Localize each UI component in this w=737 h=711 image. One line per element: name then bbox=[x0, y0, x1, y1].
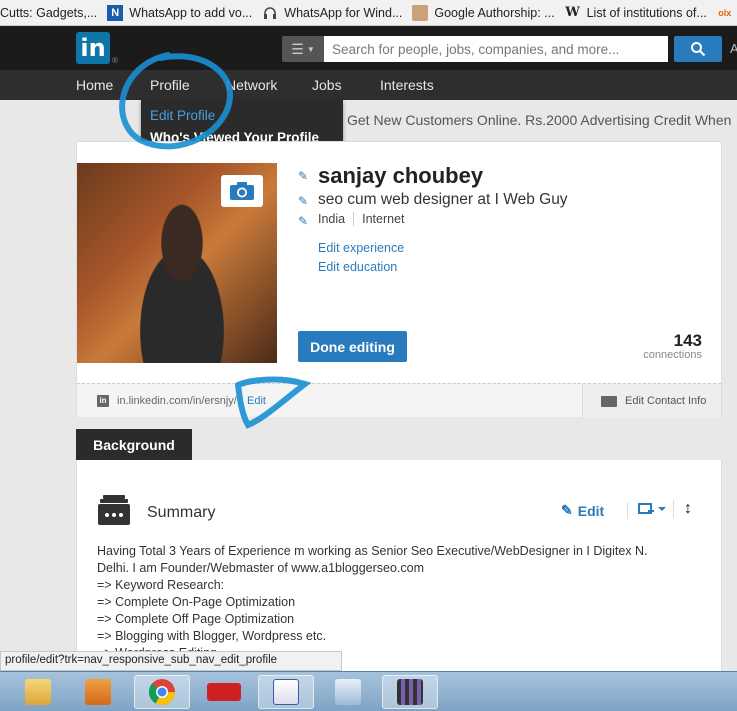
bookmark-4-label: Google Authorship: ... bbox=[434, 5, 555, 20]
search-input[interactable] bbox=[324, 36, 668, 62]
bookmark-2[interactable]: N WhatsApp to add vo... bbox=[107, 4, 253, 21]
profile-card-footer: in in.linkedin.com/in/ersnjy/ Edit Edit … bbox=[77, 383, 721, 418]
taskbar-intex[interactable] bbox=[196, 675, 252, 709]
registered-mark: ® bbox=[112, 56, 118, 65]
search-category-dropdown[interactable]: ☰ ▼ bbox=[282, 36, 324, 62]
bookmark-2-label: WhatsApp to add vo... bbox=[129, 5, 253, 20]
add-media-icon bbox=[638, 503, 666, 514]
industry-text: Internet bbox=[362, 212, 405, 226]
location-text: India bbox=[318, 212, 346, 226]
profile-headline: seo cum web designer at I Web Guy bbox=[318, 191, 568, 208]
summary-line: Delhi. I am Founder/Webmaster of www.a1b… bbox=[97, 561, 425, 575]
main-nav: Home Profile Network Jobs Interests bbox=[0, 70, 737, 100]
profile-photo[interactable] bbox=[77, 163, 277, 363]
divider bbox=[353, 212, 355, 226]
media-player-icon bbox=[85, 679, 111, 705]
nav-network[interactable]: Network bbox=[226, 77, 277, 93]
bookmarks-bar: Cutts: Gadgets,... N WhatsApp to add vo.… bbox=[0, 0, 737, 26]
word-icon bbox=[273, 679, 299, 705]
bookmark-6[interactable]: olx Lo bbox=[717, 5, 737, 21]
taskbar-notepad[interactable] bbox=[320, 675, 376, 709]
linkedin-logo[interactable]: in bbox=[76, 32, 110, 64]
taskbar-chrome[interactable] bbox=[134, 675, 190, 709]
chrome-icon bbox=[148, 679, 176, 706]
browser-status-bar: profile/edit?trk=nav_responsive_sub_nav_… bbox=[0, 651, 342, 671]
edit-location-pencil-icon[interactable]: ✎ bbox=[298, 214, 308, 228]
edit-headline-pencil-icon[interactable]: ✎ bbox=[298, 194, 308, 208]
taskbar-movie-maker[interactable] bbox=[382, 675, 438, 709]
reorder-handle-icon[interactable]: ↕ bbox=[673, 500, 692, 518]
taskbar-explorer[interactable] bbox=[10, 675, 66, 709]
summary-text: Having Total 3 Years of Experience m wor… bbox=[97, 543, 697, 662]
nav-jobs[interactable]: Jobs bbox=[312, 77, 342, 93]
location-industry: India Internet bbox=[318, 212, 405, 226]
summary-line: Having Total 3 Years of Experience m wor… bbox=[97, 544, 648, 558]
edit-name-pencil-icon[interactable]: ✎ bbox=[298, 169, 308, 183]
linkedin-header: in ® ☰▼ A bbox=[0, 26, 737, 70]
public-profile-url[interactable]: in.linkedin.com/in/ersnjy/ bbox=[117, 395, 237, 407]
notepad-icon bbox=[335, 679, 361, 705]
edit-contact-info-label: Edit Contact Info bbox=[625, 395, 707, 407]
contact-card-icon bbox=[601, 396, 617, 407]
bookmark-3[interactable]: WhatsApp for Wind... bbox=[262, 5, 402, 21]
summary-edit-label: Edit bbox=[577, 502, 605, 519]
ad-text[interactable]: Get New Customers Online. Rs.2000 Advert… bbox=[347, 112, 731, 128]
profile-name: sanjay choubey bbox=[318, 163, 484, 188]
bookmark-3-label: WhatsApp for Wind... bbox=[284, 5, 403, 20]
linkedin-small-icon: in bbox=[97, 395, 109, 407]
add-media-button[interactable] bbox=[627, 502, 668, 519]
nav-profile[interactable]: Profile bbox=[150, 77, 190, 93]
avatar-icon bbox=[412, 4, 429, 21]
connections-count[interactable]: 143 bbox=[674, 331, 702, 351]
summary-edit-button[interactable]: ✎ Edit bbox=[561, 502, 604, 519]
edit-contact-info-button[interactable]: Edit Contact Info bbox=[582, 384, 721, 418]
edit-experience-link[interactable]: Edit experience bbox=[318, 241, 404, 255]
summary-icon bbox=[98, 495, 130, 525]
done-editing-button[interactable]: Done editing bbox=[298, 331, 407, 362]
header-right-text[interactable]: A bbox=[730, 41, 737, 56]
chevron-down-icon: ▼ bbox=[306, 44, 315, 54]
menu-item-edit-profile[interactable]: Edit Profile bbox=[150, 108, 215, 123]
bookmark-1-label: Cutts: Gadgets,... bbox=[0, 5, 98, 20]
change-photo-button[interactable] bbox=[221, 175, 263, 207]
olx-icon: olx bbox=[718, 7, 732, 18]
background-tab[interactable]: Background bbox=[76, 429, 192, 460]
nav-home[interactable]: Home bbox=[76, 77, 113, 93]
pencil-icon: ✎ bbox=[561, 502, 573, 518]
taskbar-word[interactable] bbox=[258, 675, 314, 709]
intex-icon bbox=[207, 683, 241, 701]
edit-url-link[interactable]: Edit bbox=[247, 395, 266, 407]
summary-line: => Keyword Research: bbox=[97, 578, 225, 592]
film-icon bbox=[397, 679, 423, 705]
list-icon: ☰ bbox=[291, 40, 304, 57]
bookmark-4[interactable]: Google Authorship: ... bbox=[412, 4, 555, 21]
headphones-icon bbox=[262, 5, 278, 21]
person-silhouette bbox=[117, 203, 247, 363]
bookmark-5-label: List of institutions of... bbox=[586, 5, 707, 20]
summary-title: Summary bbox=[147, 504, 216, 521]
summary-line: => Blogging with Blogger, Wordpress etc. bbox=[97, 629, 327, 643]
bookmark-5[interactable]: W List of institutions of... bbox=[565, 5, 707, 21]
background-section: Summary ✎ Edit ↕ Having Total 3 Years of… bbox=[76, 460, 722, 680]
connections-label: connections bbox=[643, 349, 702, 361]
search-button[interactable] bbox=[674, 36, 722, 62]
camera-icon bbox=[230, 182, 254, 200]
folder-icon bbox=[25, 679, 51, 705]
news-icon: N bbox=[107, 4, 124, 21]
summary-line: => Complete On-Page Optimization bbox=[97, 595, 296, 609]
edit-education-link[interactable]: Edit education bbox=[318, 260, 397, 274]
bookmark-1[interactable]: Cutts: Gadgets,... bbox=[0, 6, 97, 20]
windows-taskbar bbox=[0, 671, 737, 711]
search-icon bbox=[691, 42, 706, 57]
wikipedia-icon: W bbox=[565, 5, 580, 20]
taskbar-media-player[interactable] bbox=[70, 675, 126, 709]
nav-interests[interactable]: Interests bbox=[380, 77, 434, 93]
summary-line: => Complete Off Page Optimization bbox=[97, 612, 295, 626]
profile-card: ✎ sanjay choubey ✎ seo cum web designer … bbox=[76, 141, 722, 418]
